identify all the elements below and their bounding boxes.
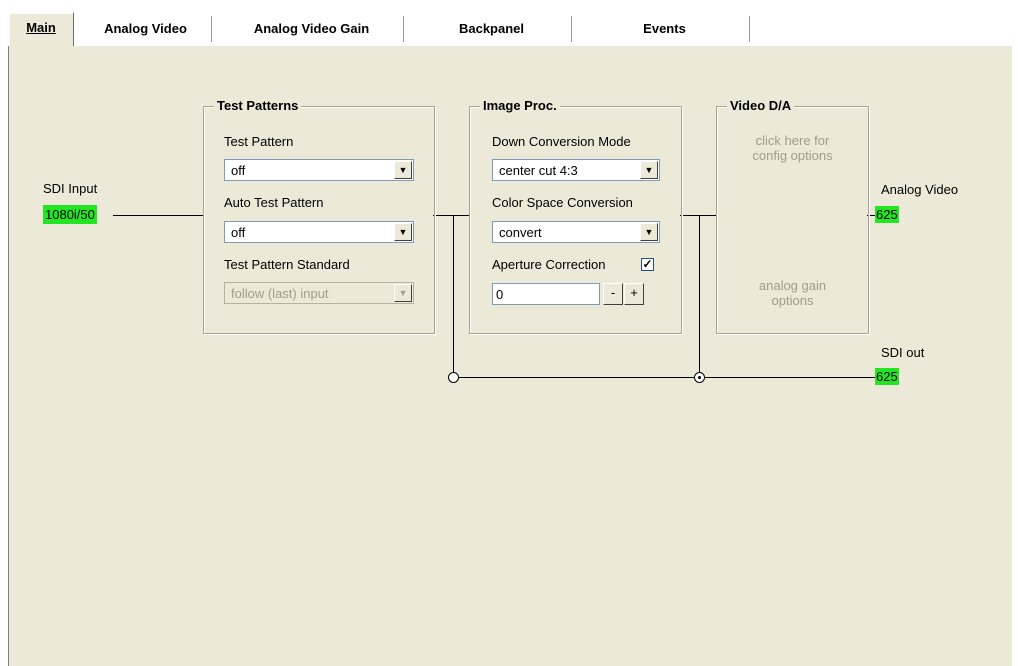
test-pattern-label: Test Pattern: [224, 134, 294, 149]
video-da-title: Video D/A: [727, 98, 795, 113]
chevron-down-icon[interactable]: ▼: [394, 161, 412, 179]
color-space-label: Color Space Conversion: [492, 195, 633, 210]
test-pattern-standard-value: follow (last) input: [231, 286, 329, 301]
color-space-select[interactable]: convert ▼: [492, 221, 660, 243]
test-patterns-group: Test Patterns Test Pattern off ▼ Auto Te…: [203, 98, 435, 334]
aperture-value-input[interactable]: 0: [492, 283, 600, 305]
sdi-out-value: 625: [875, 368, 899, 385]
tab-main[interactable]: Main: [8, 12, 74, 46]
analog-gain-options-link[interactable]: analog gain options: [717, 278, 868, 308]
analog-video-out-value: 625: [875, 206, 899, 223]
chevron-down-icon[interactable]: ▼: [394, 223, 412, 241]
sdi-input-label: SDI Input: [43, 181, 98, 196]
bypass-line-1: [453, 215, 454, 375]
tab-events[interactable]: Events: [580, 16, 750, 42]
tab-analog-video-gain[interactable]: Analog Video Gain: [220, 16, 404, 42]
test-pattern-value: off: [231, 163, 246, 178]
tp-to-ip-line: [433, 215, 469, 216]
auto-test-pattern-value: off: [231, 225, 246, 240]
tab-backpanel[interactable]: Backpanel: [412, 16, 572, 42]
auto-test-pattern-select[interactable]: off ▼: [224, 221, 414, 243]
tab-bar: Main Analog Video Analog Video Gain Back…: [8, 12, 1018, 46]
chevron-down-icon[interactable]: ▼: [640, 223, 658, 241]
down-conversion-label: Down Conversion Mode: [492, 134, 631, 149]
image-proc-title: Image Proc.: [480, 98, 560, 113]
sdi-out-line: [453, 377, 875, 378]
aperture-correction-checkbox[interactable]: ✓: [641, 258, 654, 271]
down-conversion-select[interactable]: center cut 4:3 ▼: [492, 159, 660, 181]
video-da-group[interactable]: Video D/A click here for config options …: [716, 98, 869, 334]
config-options-link[interactable]: click here for config options: [717, 133, 868, 163]
increment-button[interactable]: +: [624, 283, 644, 305]
test-pattern-standard-select[interactable]: follow (last) input ▼: [224, 282, 414, 304]
test-pattern-select[interactable]: off ▼: [224, 159, 414, 181]
ip-to-da-line: [680, 215, 716, 216]
sdi-out-label: SDI out: [881, 345, 925, 360]
test-pattern-standard-label: Test Pattern Standard: [224, 257, 350, 272]
sdi-input-value: 1080i/50: [43, 205, 97, 224]
bypass-radio-1[interactable]: [448, 372, 459, 383]
down-conversion-value: center cut 4:3: [499, 163, 578, 178]
bypass-radio-2[interactable]: [694, 372, 705, 383]
tab-analog-video[interactable]: Analog Video: [80, 16, 212, 42]
decrement-button[interactable]: -: [603, 283, 623, 305]
analog-video-out-label: Analog Video: [881, 182, 959, 197]
chevron-down-icon[interactable]: ▼: [394, 284, 412, 302]
auto-test-pattern-label: Auto Test Pattern: [224, 195, 324, 210]
aperture-value: 0: [496, 287, 504, 302]
test-patterns-title: Test Patterns: [214, 98, 302, 113]
bypass-line-2: [699, 215, 700, 375]
image-proc-group: Image Proc. Down Conversion Mode center …: [469, 98, 682, 334]
tab-main-label: Main: [26, 20, 56, 35]
aperture-correction-label: Aperture Correction: [492, 257, 606, 272]
input-line: [113, 215, 203, 216]
color-space-value: convert: [499, 225, 542, 240]
main-panel: SDI Input 1080i/50 Test Patterns Test Pa…: [8, 45, 1012, 666]
chevron-down-icon[interactable]: ▼: [640, 161, 658, 179]
